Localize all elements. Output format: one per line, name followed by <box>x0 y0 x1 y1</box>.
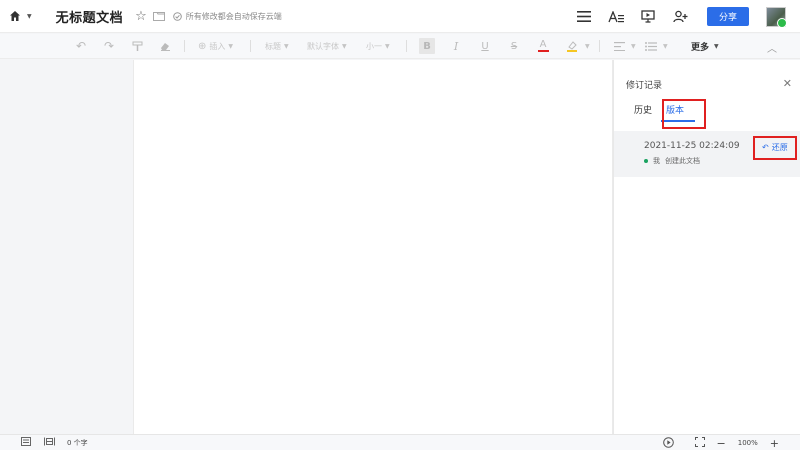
size-label: 小一 <box>366 42 382 51</box>
star-icon[interactable]: ☆ <box>135 9 147 24</box>
version-time: 2021-11-25 02:24:09 <box>644 141 740 151</box>
chevron-down-icon[interactable]: ▼ <box>663 43 668 50</box>
align-icon[interactable] <box>611 38 627 54</box>
folder-icon[interactable] <box>152 11 165 21</box>
close-icon[interactable]: ✕ <box>783 77 792 90</box>
highlight-box-version-tab <box>662 99 706 129</box>
avatar[interactable] <box>766 6 787 28</box>
list-icon[interactable] <box>643 38 659 54</box>
chevron-down-icon: ▼ <box>228 43 234 50</box>
doc-title[interactable]: 无标题文档 <box>56 7 124 26</box>
word-count: 0 个字 <box>67 438 88 447</box>
status-dot-icon <box>644 159 648 163</box>
chevron-down-icon: ▼ <box>27 12 32 20</box>
top-header: ▼ 无标题文档 ☆ 所有修改都会自动保存云端 分享 <box>0 0 800 33</box>
revision-panel: 修订记录 ✕ 历史 版本 2021-11-25 02:24:09 我 创建此文档… <box>613 60 800 434</box>
chevron-down-icon: ▼ <box>385 43 390 50</box>
divider <box>599 40 600 52</box>
chevron-down-icon: ▼ <box>342 43 347 50</box>
size-dropdown[interactable]: 小一 ▼ <box>366 34 390 59</box>
version-author-row: 我 创建此文档 <box>644 156 700 166</box>
present-icon[interactable] <box>637 6 659 28</box>
outline-icon[interactable] <box>21 436 31 449</box>
tab-history[interactable]: 历史 <box>634 103 652 116</box>
more-label: 更多 <box>691 43 710 53</box>
eraser-icon[interactable] <box>157 38 173 54</box>
more-dropdown[interactable]: 更多 ▼ <box>691 34 719 59</box>
check-circle-icon <box>172 11 182 21</box>
home-menu[interactable]: ▼ <box>9 10 32 22</box>
divider <box>184 40 185 52</box>
version-action: 创建此文档 <box>665 157 700 165</box>
fullscreen-icon[interactable] <box>694 437 705 449</box>
chevron-down-icon[interactable]: ▼ <box>631 43 636 50</box>
font-dropdown[interactable]: 默认字体 ▼ <box>307 34 347 59</box>
font-label: 默认字体 <box>307 42 339 51</box>
plus-circle-icon: ⊕ <box>198 41 207 52</box>
font-color-icon[interactable]: A <box>535 38 551 54</box>
strikethrough-icon[interactable]: S <box>506 38 522 54</box>
heading-dropdown[interactable]: 标题 ▼ <box>265 34 289 59</box>
bold-icon[interactable]: B <box>419 38 435 54</box>
chevron-down-icon: ▼ <box>714 43 719 50</box>
highlight-color-icon[interactable] <box>564 38 580 54</box>
document-page[interactable] <box>133 60 613 434</box>
insert-label: 插入 <box>209 42 226 51</box>
undo-icon[interactable]: ↶ <box>73 38 89 54</box>
highlight-box-restore <box>753 136 797 160</box>
add-user-icon[interactable] <box>669 6 691 28</box>
italic-icon[interactable]: I <box>448 38 464 54</box>
zoom-in-icon[interactable]: + <box>770 437 779 450</box>
version-author: 我 <box>653 157 660 165</box>
zoom-level[interactable]: 100% <box>738 439 758 447</box>
underline-icon[interactable]: U <box>477 38 493 54</box>
page-width-icon[interactable] <box>44 437 55 449</box>
chevron-down-icon: ▼ <box>284 43 289 50</box>
insert-dropdown[interactable]: ⊕ 插入 ▼ <box>198 34 233 59</box>
save-status-text: 所有修改都会自动保存云端 <box>185 11 282 21</box>
chevron-down-icon[interactable]: ▼ <box>585 43 590 50</box>
panel-title: 修订记录 <box>626 81 663 91</box>
format-painter-icon[interactable] <box>129 38 145 54</box>
menu-icon[interactable] <box>573 6 595 28</box>
zoom-out-icon[interactable]: − <box>717 437 726 450</box>
divider <box>406 40 407 52</box>
format-toolbar: ↶ ↷ ⊕ 插入 ▼ 标题 ▼ 默认字体 ▼ 小一 ▼ B I U S A ▼ <box>0 34 800 59</box>
share-button[interactable]: 分享 <box>707 7 749 26</box>
text-style-icon[interactable] <box>605 6 627 28</box>
save-status: 所有修改都会自动保存云端 <box>172 11 282 22</box>
play-icon[interactable] <box>662 436 674 450</box>
heading-label: 标题 <box>265 42 281 51</box>
status-bar: 0 个字 − 100% + <box>0 434 800 450</box>
redo-icon[interactable]: ↷ <box>101 38 117 54</box>
divider <box>250 40 251 52</box>
home-icon <box>10 11 20 21</box>
collapse-toolbar-icon[interactable]: ︿ <box>767 40 777 55</box>
